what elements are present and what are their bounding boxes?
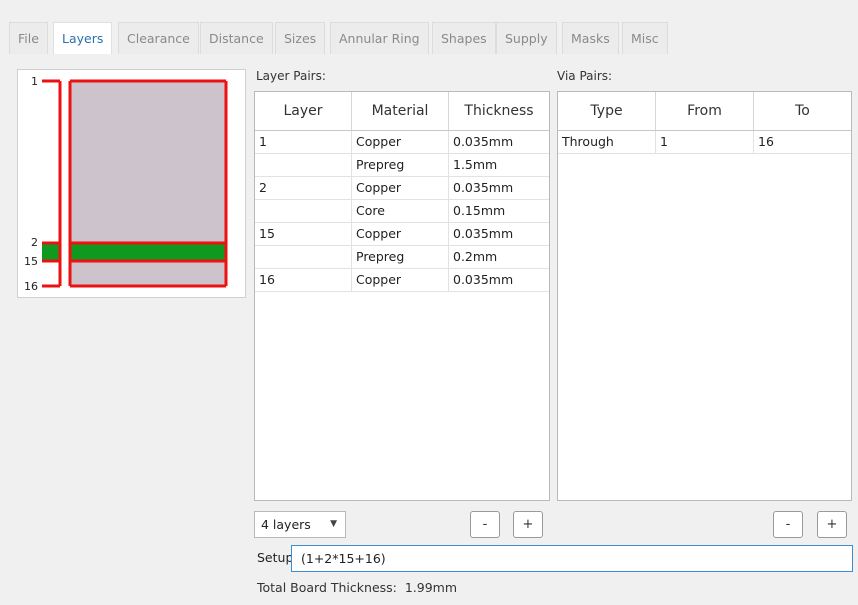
tab-masks[interactable]: Masks	[562, 22, 619, 54]
via-pairs-label: Via Pairs:	[557, 69, 613, 83]
col-type[interactable]: Type	[558, 92, 656, 130]
tab-clearance[interactable]: Clearance	[118, 22, 199, 54]
total-board-thickness: Total Board Thickness: 1.99mm	[257, 580, 457, 595]
via-pairs-table[interactable]: Type From To Through 1 16	[557, 91, 852, 501]
tab-annular-ring[interactable]: Annular Ring	[330, 22, 429, 54]
cell-material: Prepreg	[352, 154, 449, 176]
cell-thickness: 0.2mm	[453, 249, 498, 264]
cell-type: Through	[558, 131, 656, 153]
table-row[interactable]: 1 Copper 0.035mm	[255, 131, 549, 154]
tab-layers[interactable]: Layers	[53, 22, 113, 54]
cell-layer: 15	[255, 223, 352, 245]
cell-thickness: 0.15mm	[453, 203, 506, 218]
tab-supply[interactable]: Supply	[496, 22, 557, 54]
layer-pairs-table[interactable]: Layer Material Thickness 1 Copper 0.035m…	[254, 91, 550, 501]
cell-thickness: 0.035mm	[453, 180, 514, 195]
cell-layer	[255, 154, 352, 176]
cell-material: Copper	[352, 177, 449, 199]
via-pairs-header: Type From To	[558, 92, 851, 131]
setup-label: Setup	[257, 550, 294, 565]
table-row[interactable]: Prepreg 0.2mm	[255, 246, 549, 269]
layer-label-16: 16	[24, 280, 38, 293]
cell-material: Copper	[352, 223, 449, 245]
cell-from: 1	[656, 131, 754, 153]
tab-distance[interactable]: Distance	[200, 22, 273, 54]
table-row[interactable]: Prepreg 1.5mm	[255, 154, 549, 177]
table-row[interactable]: 15 Copper 0.035mm	[255, 223, 549, 246]
total-label: Total Board Thickness:	[257, 580, 397, 595]
cell-layer: 16	[255, 269, 352, 291]
tab-sizes[interactable]: Sizes	[275, 22, 326, 54]
tab-file[interactable]: File	[9, 22, 48, 54]
table-row[interactable]: Through 1 16	[558, 131, 851, 154]
layer-label-15: 15	[24, 255, 38, 268]
add-via-pair-button[interactable]: +	[817, 511, 847, 538]
remove-via-pair-button[interactable]: -	[773, 511, 803, 538]
tab-misc[interactable]: Misc	[622, 22, 668, 54]
col-material[interactable]: Material	[352, 92, 449, 130]
table-row[interactable]: 16 Copper 0.035mm	[255, 269, 549, 292]
cell-thickness: 0.035mm	[453, 272, 514, 287]
layer-pairs-header: Layer Material Thickness	[255, 92, 549, 131]
cell-layer	[255, 200, 352, 222]
col-thickness[interactable]: Thickness	[449, 92, 549, 130]
chevron-down-icon: ▼	[330, 519, 337, 529]
cell-layer: 2	[255, 177, 352, 199]
cell-material: Prepreg	[352, 246, 449, 268]
tab-shapes[interactable]: Shapes	[432, 22, 496, 54]
cell-material: Copper	[352, 269, 449, 291]
via-core	[42, 243, 60, 261]
cell-thickness: 1.5mm	[453, 157, 498, 172]
cell-material: Copper	[352, 131, 449, 153]
table-row[interactable]: 2 Copper 0.035mm	[255, 177, 549, 200]
add-layer-pair-button[interactable]: +	[513, 511, 543, 538]
remove-layer-pair-button[interactable]: -	[470, 511, 500, 538]
table-row[interactable]: Core 0.15mm	[255, 200, 549, 223]
layer-pairs-label: Layer Pairs:	[256, 69, 326, 83]
cell-thickness: 0.035mm	[453, 226, 514, 241]
cell-layer	[255, 246, 352, 268]
cell-layer: 1	[255, 131, 352, 153]
col-from[interactable]: From	[656, 92, 754, 130]
layer-label-2: 2	[31, 236, 38, 249]
layer-label-1: 1	[31, 75, 38, 88]
setup-input[interactable]: (1+2*15+16)	[291, 545, 853, 572]
tab-bar: File Layers Clearance Distance Sizes Ann…	[0, 0, 858, 57]
layer-count-value: 4 layers	[261, 517, 311, 532]
col-to[interactable]: To	[754, 92, 851, 130]
cell-to: 16	[758, 134, 774, 149]
cell-material: Core	[352, 200, 449, 222]
total-value: 1.99mm	[404, 580, 458, 595]
layer-stack-preview: 1 2 15 16	[17, 69, 246, 298]
col-layer[interactable]: Layer	[255, 92, 352, 130]
layer-count-select[interactable]: 4 layers ▼	[254, 511, 346, 538]
cell-thickness: 0.035mm	[453, 134, 514, 149]
core-band	[70, 243, 226, 261]
